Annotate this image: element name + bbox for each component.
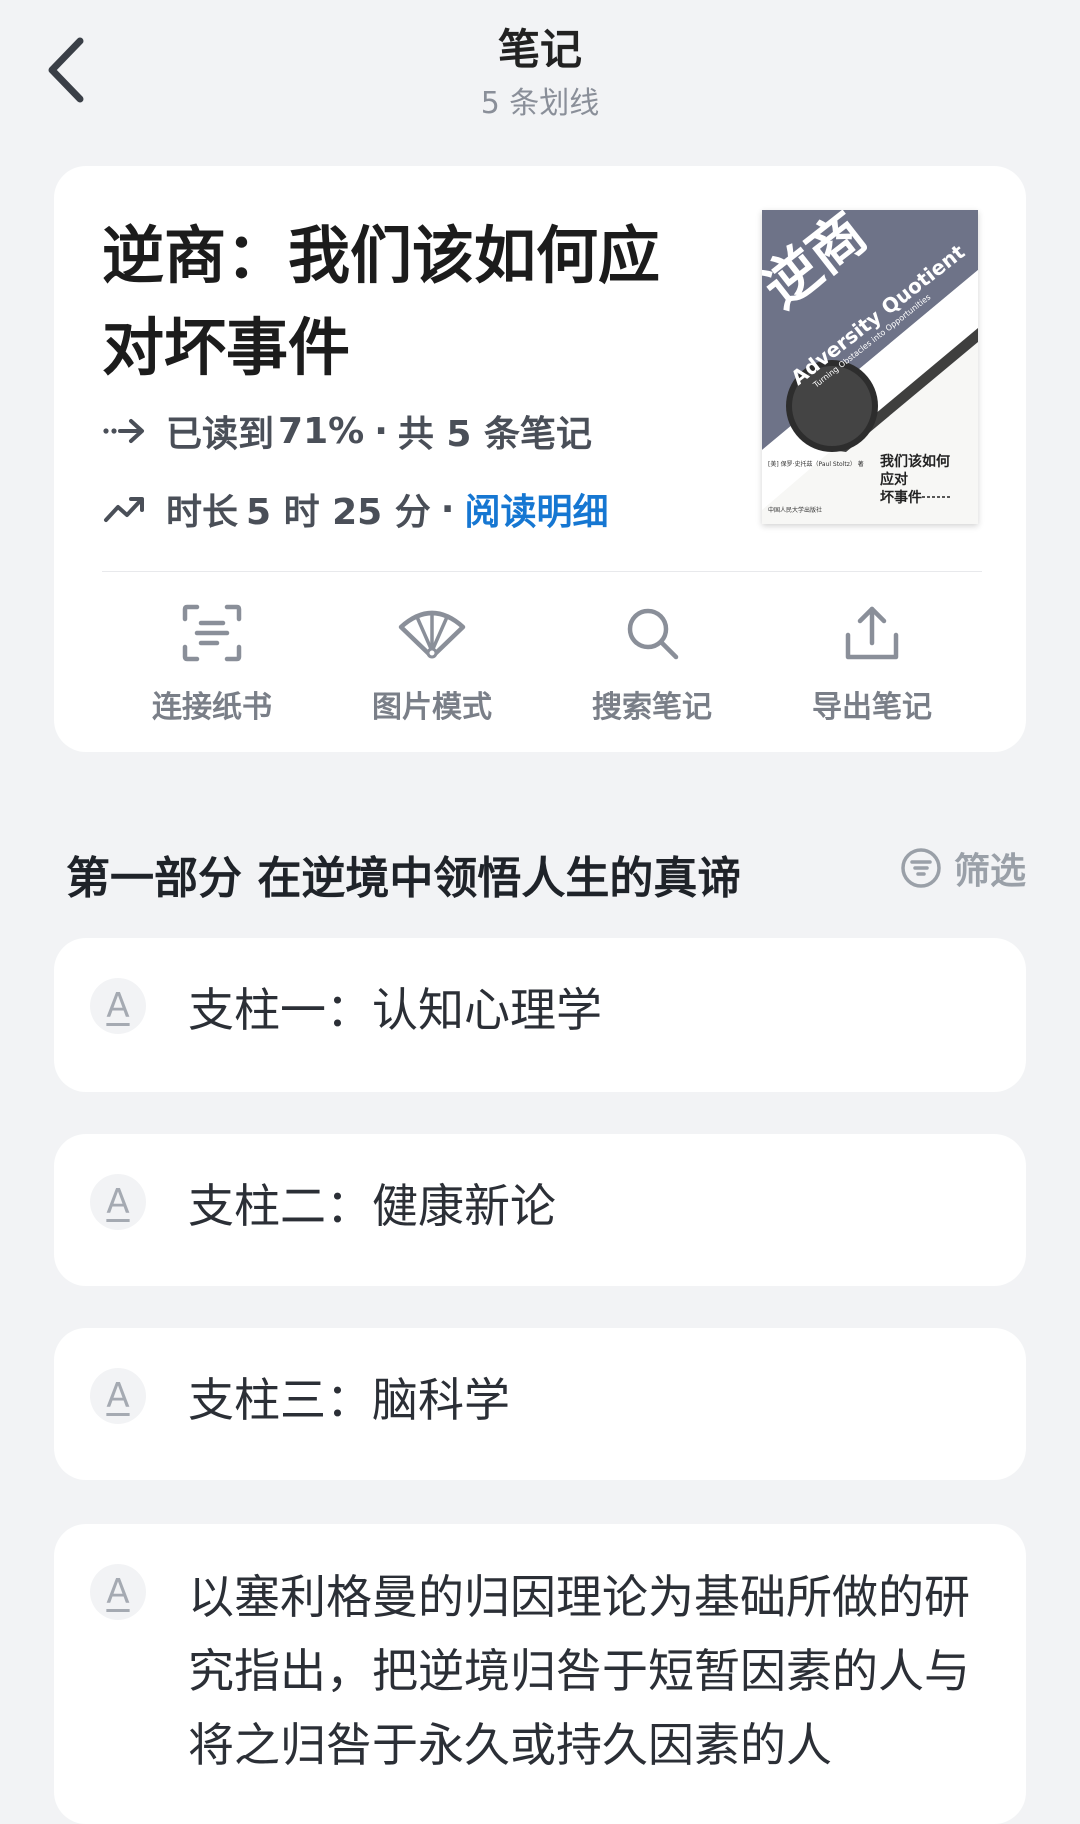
note-text: 支柱一：认知心理学 <box>188 983 602 1037</box>
export-icon <box>837 600 907 666</box>
export-notes-label: 导出笔记 <box>812 690 932 725</box>
search-icon <box>617 600 687 666</box>
list-item[interactable]: A 支柱二：健康新论 <box>54 1134 1026 1286</box>
progress-prefix: 已读到 <box>166 414 275 455</box>
header: 笔记 5 条划线 <box>0 0 1080 140</box>
filter-icon <box>901 848 941 888</box>
search-notes-button[interactable]: 搜索笔记 <box>542 596 762 746</box>
fan-image-icon <box>397 600 467 666</box>
book-actions: 连接纸书 图片模式 搜索笔记 导出笔记 <box>102 596 982 746</box>
note-text: 支柱三：脑科学 <box>188 1373 510 1427</box>
note-text: 以塞利格曼的归因理论为基础所做的研究指出，把逆境归咎于短暂因素的人与将之归咎于永… <box>188 1570 970 1772</box>
image-mode-button[interactable]: 图片模式 <box>322 596 542 746</box>
export-notes-button[interactable]: 导出笔记 <box>762 596 982 746</box>
highlight-badge-icon: A <box>90 1368 146 1424</box>
list-item[interactable]: A 支柱一：认知心理学 <box>54 938 1026 1092</box>
section-title: 第一部分 在逆境中领悟人生的真谛 <box>66 853 742 904</box>
list-item[interactable]: A 支柱三：脑科学 <box>54 1328 1026 1480</box>
trend-up-icon <box>102 489 148 529</box>
reading-detail-link[interactable]: 阅读明细 <box>464 483 608 535</box>
book-card: 逆商：我们该如何应对坏事件 已读到 71% · 共 5 条笔记 时长 5 时 2… <box>54 166 1026 752</box>
connect-paper-book-button[interactable]: 连接纸书 <box>102 596 322 746</box>
reading-duration-row: 时长 5 时 25 分 · 阅读明细 <box>102 484 608 534</box>
duration-prefix: 时长 <box>166 492 239 533</box>
page-title: 笔记 <box>497 25 582 74</box>
dotted-arrow-icon <box>102 411 148 451</box>
notes-summary: 共 5 条笔记 <box>397 414 592 455</box>
highlight-count: 5 条划线 <box>480 86 600 121</box>
filter-label: 筛选 <box>953 851 1026 892</box>
note-text: 支柱二：健康新论 <box>188 1179 556 1233</box>
cover-subtitle-line-1: 我们该如何 <box>880 453 950 470</box>
scan-book-icon <box>177 600 247 666</box>
image-mode-label: 图片模式 <box>372 690 492 725</box>
book-title[interactable]: 逆商：我们该如何应对坏事件 <box>102 210 662 394</box>
reading-progress-row: 已读到 71% · 共 5 条笔记 <box>102 406 592 456</box>
highlight-badge-icon: A <box>90 978 146 1034</box>
filter-button[interactable]: 筛选 <box>900 840 1026 896</box>
cover-author: [美] 保罗·史托兹（Paul Stoltz） 著 <box>768 460 864 468</box>
highlight-badge-icon: A <box>90 1564 146 1620</box>
list-item[interactable]: A 以塞利格曼的归因理论为基础所做的研究指出，把逆境归咎于短暂因素的人与将之归咎… <box>54 1524 1026 1824</box>
cover-publisher: 中国人民大学出版社 <box>768 506 822 514</box>
search-notes-label: 搜索笔记 <box>592 690 712 725</box>
connect-paper-book-label: 连接纸书 <box>152 690 272 725</box>
card-divider <box>102 571 982 572</box>
highlight-badge-icon: A <box>90 1174 146 1230</box>
book-cover[interactable]: 逆商 Adversity Quotient Turning Obstacles … <box>762 210 978 524</box>
duration-value: 5 时 25 分 <box>246 492 431 533</box>
cover-subtitle-line-2: 应对 <box>880 471 908 488</box>
progress-value: 71% <box>278 410 365 452</box>
cover-subtitle-line-3: 坏事件 <box>880 489 922 506</box>
